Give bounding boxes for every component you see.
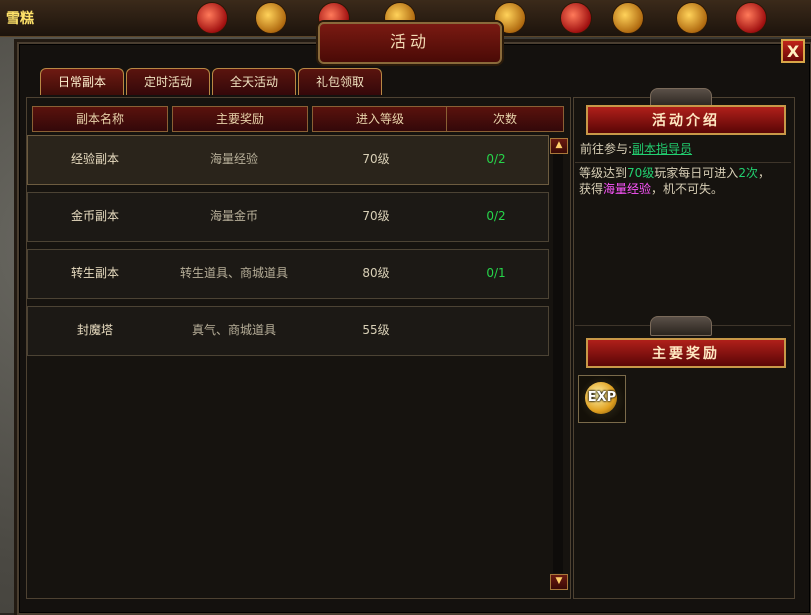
goto-line: 前往参与:副本指导员 [580, 140, 692, 157]
row-level: 80级 [362, 266, 390, 280]
reward-item-label: EXP [587, 390, 617, 405]
character-icon[interactable] [735, 2, 767, 34]
ornament-skull-icon [650, 316, 712, 336]
desc-level: 70级 [627, 166, 655, 180]
desc-times: 2次 [738, 166, 758, 180]
scrollbar-track[interactable] [553, 153, 563, 573]
header-attempts: 次数 [446, 106, 564, 132]
table-row[interactable]: 转生副本 转生道具、商城道具 80级 0/1 [27, 249, 549, 299]
row-name: 经验副本 [70, 152, 119, 166]
tab-daily-dungeon[interactable]: 日常副本 [40, 68, 124, 95]
book-icon[interactable] [676, 2, 708, 34]
header-entry-level: 进入等级 [312, 106, 448, 132]
scroll-down-arrow-icon[interactable]: ▼ [550, 574, 568, 590]
event-icon[interactable] [255, 2, 287, 34]
header-dungeon-name: 副本名称 [32, 106, 168, 132]
row-level: 55级 [362, 323, 390, 337]
close-button[interactable]: X [781, 39, 805, 63]
row-name: 转生副本 [70, 266, 119, 280]
goto-label: 前往参与: [580, 142, 633, 156]
row-reward: 真气、商城道具 [191, 323, 276, 337]
row-level: 70级 [362, 209, 390, 223]
row-count: 0/2 [486, 209, 506, 223]
row-count [446, 307, 546, 353]
row-count: 0/1 [486, 266, 506, 280]
scroll-up-arrow-icon[interactable]: ▲ [550, 138, 568, 154]
gift-icon[interactable] [196, 2, 228, 34]
table-row[interactable]: 封魔塔 真气、商城道具 55级 [27, 306, 549, 356]
row-name: 封魔塔 [76, 323, 113, 337]
row-count: 0/2 [486, 152, 506, 166]
row-name: 金币副本 [70, 209, 119, 223]
npc-link[interactable]: 副本指导员 [632, 142, 692, 156]
desc-text: 玩家每日可进入 [654, 166, 739, 180]
desc-text: ， [757, 166, 770, 180]
player-name: 雪糕 [6, 11, 34, 27]
activity-intro-title: 活动介绍 [586, 105, 786, 135]
table-row[interactable]: 经验副本 海量经验 70级 0/2 [27, 135, 549, 185]
gold-icon[interactable] [612, 2, 644, 34]
table-row[interactable]: 金币副本 海量金币 70级 0/2 [27, 192, 549, 242]
desc-text: 等级达到 [579, 166, 628, 180]
desc-reward: 海量经验 [603, 182, 652, 196]
row-reward: 转生道具、商城道具 [179, 266, 288, 280]
row-reward: 海量经验 [209, 152, 258, 166]
main-reward-title: 主要奖励 [586, 338, 786, 368]
fire-icon[interactable] [560, 2, 592, 34]
row-level: 70级 [362, 152, 390, 166]
desc-text: 获得 [579, 182, 604, 196]
tab-timed-activity[interactable]: 定时活动 [126, 68, 210, 95]
desc-text: ，机不可失。 [651, 182, 724, 196]
header-main-reward: 主要奖励 [172, 106, 308, 132]
window-title: 活动 [318, 22, 502, 64]
reward-item-slot[interactable]: EXP [578, 375, 626, 423]
activity-description: 等级达到70级玩家每日可进入2次， 获得海量经验，机不可失。 [575, 162, 791, 326]
row-reward: 海量金币 [209, 209, 258, 223]
tab-allday-activity[interactable]: 全天活动 [212, 68, 296, 95]
tab-gift-claim[interactable]: 礼包领取 [298, 68, 382, 95]
